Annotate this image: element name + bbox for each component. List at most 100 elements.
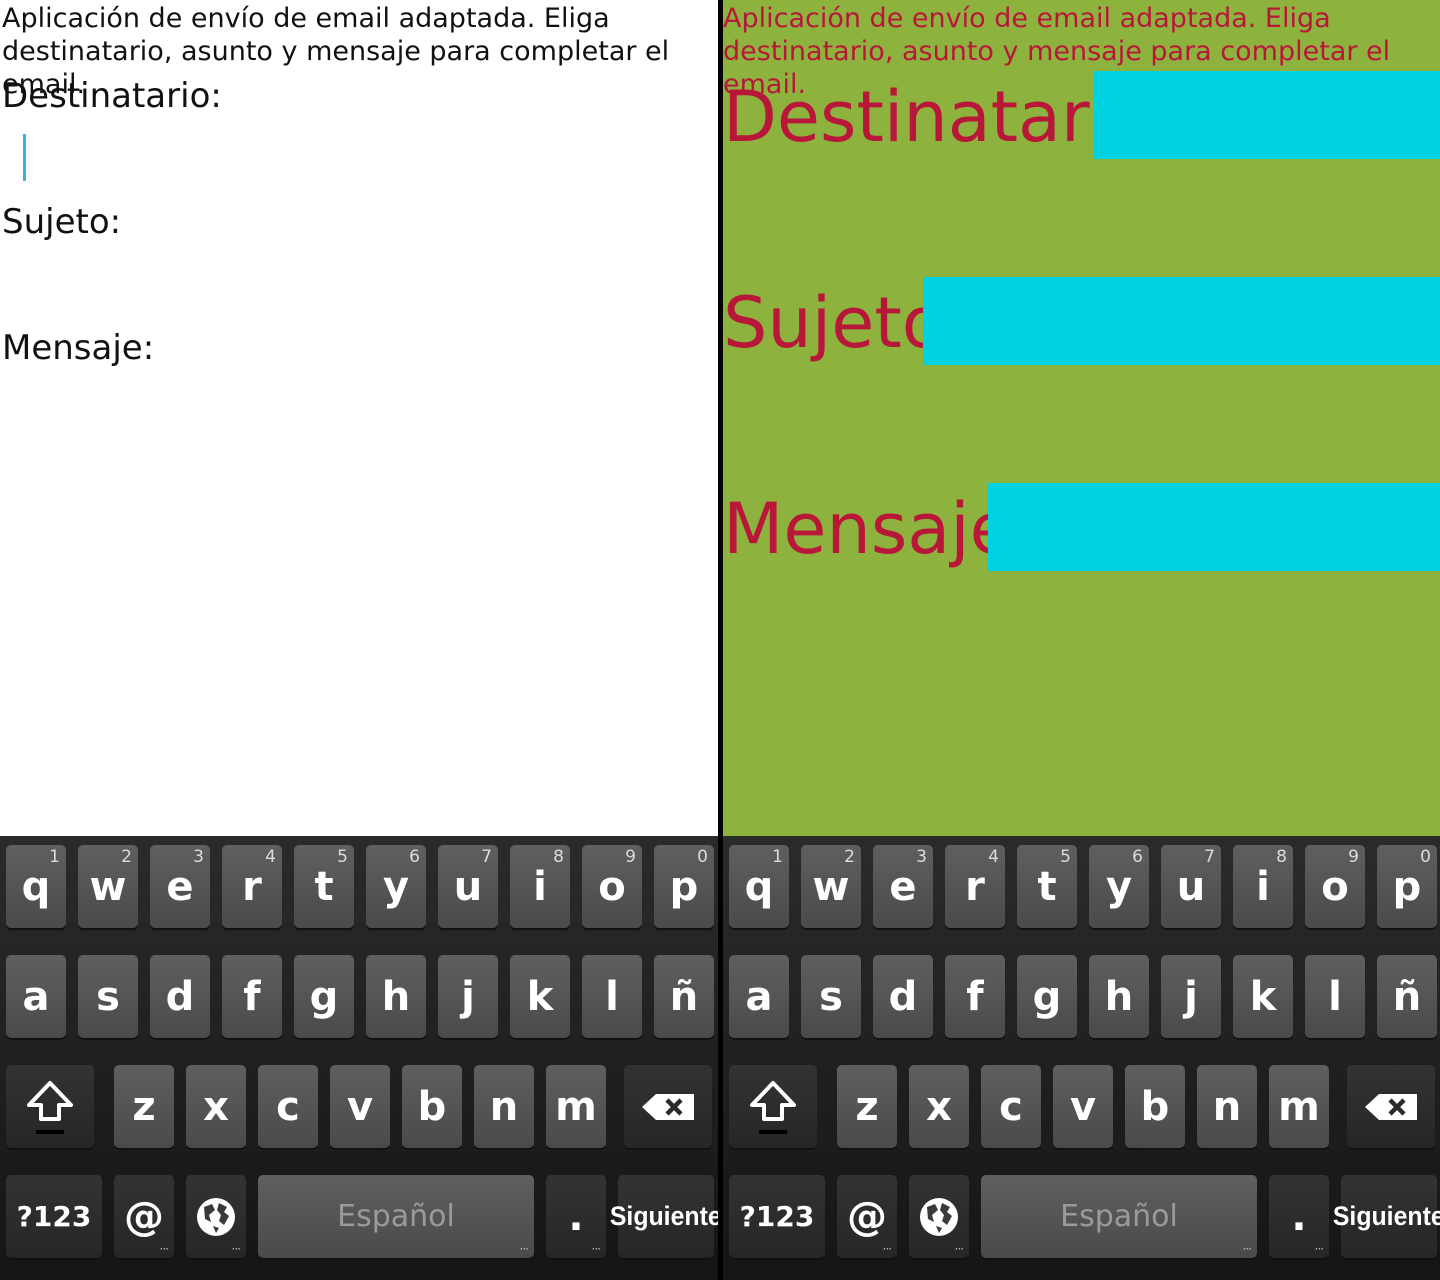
period-key[interactable]: . ··· [1269, 1175, 1329, 1258]
key-k[interactable]: k [510, 955, 570, 1038]
key-f[interactable]: f [945, 955, 1005, 1038]
key-label: v [1069, 1083, 1097, 1130]
key-x[interactable]: x [909, 1065, 969, 1148]
shift-key[interactable] [6, 1065, 94, 1148]
symbols-key[interactable]: ?123 [6, 1175, 102, 1258]
key-label: d [888, 973, 918, 1020]
space-key[interactable]: Español ··· [981, 1175, 1257, 1258]
key-t[interactable]: t5 [294, 845, 354, 928]
language-key[interactable]: ··· [909, 1175, 969, 1258]
key-a[interactable]: a [729, 955, 789, 1038]
key-label: m [555, 1083, 597, 1130]
key-g[interactable]: g [1017, 955, 1077, 1038]
key-label: b [1140, 1083, 1170, 1130]
key-j[interactable]: j [438, 955, 498, 1038]
at-key[interactable]: @ ··· [114, 1175, 174, 1258]
key-q[interactable]: q1 [729, 845, 789, 928]
key-a[interactable]: a [6, 955, 66, 1038]
key-m[interactable]: m [1269, 1065, 1329, 1148]
backspace-key[interactable] [1347, 1065, 1435, 1148]
key-label: o [1321, 863, 1349, 910]
text-cursor [23, 134, 26, 181]
key-number-hint: 4 [988, 847, 999, 867]
key-v[interactable]: v [1053, 1065, 1113, 1148]
backspace-key[interactable] [624, 1065, 712, 1148]
key-label: y [1105, 863, 1133, 910]
key-g[interactable]: g [294, 955, 354, 1038]
key-y[interactable]: y6 [1089, 845, 1149, 928]
key-label: . [568, 1193, 584, 1240]
soft-keyboard: q 1 w 2 e 3 r 4 t 5 y 6 u 7 i 8 o 9 p 0 a s d f g h j k l ñ z x c v b n m ?12… [723, 836, 1440, 1280]
symbols-key[interactable]: ?123 [729, 1175, 825, 1258]
key-h[interactable]: h [366, 955, 426, 1038]
subject-input[interactable] [923, 277, 1440, 365]
key-y[interactable]: y6 [366, 845, 426, 928]
key-f[interactable]: f [222, 955, 282, 1038]
key-p[interactable]: p0 [654, 845, 714, 928]
key-r[interactable]: r4 [222, 845, 282, 928]
key-o[interactable]: o9 [1305, 845, 1365, 928]
key-i[interactable]: i8 [510, 845, 570, 928]
more-options-dots: ··· [591, 1242, 602, 1256]
key-z[interactable]: z [837, 1065, 897, 1148]
key-label: u [1176, 863, 1206, 910]
key-i[interactable]: i8 [1233, 845, 1293, 928]
key-d[interactable]: d [150, 955, 210, 1038]
key-l[interactable]: l [582, 955, 642, 1038]
key-c[interactable]: c [981, 1065, 1041, 1148]
key-label: k [1249, 973, 1277, 1020]
key-label: a [745, 973, 773, 1020]
key-o[interactable]: o9 [582, 845, 642, 928]
key-k[interactable]: k [1233, 955, 1293, 1038]
recipient-input[interactable] [1093, 71, 1440, 159]
key-b[interactable]: b [402, 1065, 462, 1148]
message-input[interactable] [0, 376, 716, 446]
next-key[interactable]: Siguiente [610, 1175, 720, 1258]
key-u[interactable]: u7 [438, 845, 498, 928]
key-z[interactable]: z [114, 1065, 174, 1148]
key-number-hint: 6 [1132, 847, 1143, 867]
key-w[interactable]: w2 [78, 845, 138, 928]
key-t[interactable]: t5 [1017, 845, 1077, 928]
key-label: g [1032, 973, 1062, 1020]
more-options-dots: ··· [1314, 1242, 1325, 1256]
at-key[interactable]: @ ··· [837, 1175, 897, 1258]
key-l[interactable]: l [1305, 955, 1365, 1038]
key-q[interactable]: q1 [6, 845, 66, 928]
message-input[interactable] [988, 483, 1440, 571]
language-key[interactable]: ··· [186, 1175, 246, 1258]
recipient-input[interactable] [0, 122, 716, 192]
key-m[interactable]: m [546, 1065, 606, 1148]
key-d[interactable]: d [873, 955, 933, 1038]
key-number-hint: 9 [1348, 847, 1359, 867]
key-label: j [461, 973, 475, 1020]
space-key[interactable]: Español ··· [258, 1175, 534, 1258]
shift-key[interactable] [729, 1065, 817, 1148]
next-key[interactable]: Siguiente [1333, 1175, 1440, 1258]
key-r[interactable]: r4 [945, 845, 1005, 928]
key-h[interactable]: h [1089, 955, 1149, 1038]
key-b[interactable]: b [1125, 1065, 1185, 1148]
key-j[interactable]: j [1161, 955, 1221, 1038]
key-w[interactable]: w2 [801, 845, 861, 928]
key-e[interactable]: e3 [873, 845, 933, 928]
key-v[interactable]: v [330, 1065, 390, 1148]
key-ñ[interactable]: ñ [1377, 955, 1437, 1038]
key-p[interactable]: p0 [1377, 845, 1437, 928]
key-x[interactable]: x [186, 1065, 246, 1148]
key-label: . [1291, 1193, 1307, 1240]
key-n[interactable]: n [1197, 1065, 1257, 1148]
key-label: Siguiente [610, 1201, 720, 1231]
key-s[interactable]: s [801, 955, 861, 1038]
key-number-hint: 0 [697, 847, 708, 867]
key-number-hint: 1 [772, 847, 783, 867]
subject-input[interactable] [0, 250, 716, 320]
key-s[interactable]: s [78, 955, 138, 1038]
key-ñ[interactable]: ñ [654, 955, 714, 1038]
period-key[interactable]: . ··· [546, 1175, 606, 1258]
key-u[interactable]: u7 [1161, 845, 1221, 928]
key-n[interactable]: n [474, 1065, 534, 1148]
key-label: c [276, 1083, 300, 1130]
key-c[interactable]: c [258, 1065, 318, 1148]
key-e[interactable]: e3 [150, 845, 210, 928]
